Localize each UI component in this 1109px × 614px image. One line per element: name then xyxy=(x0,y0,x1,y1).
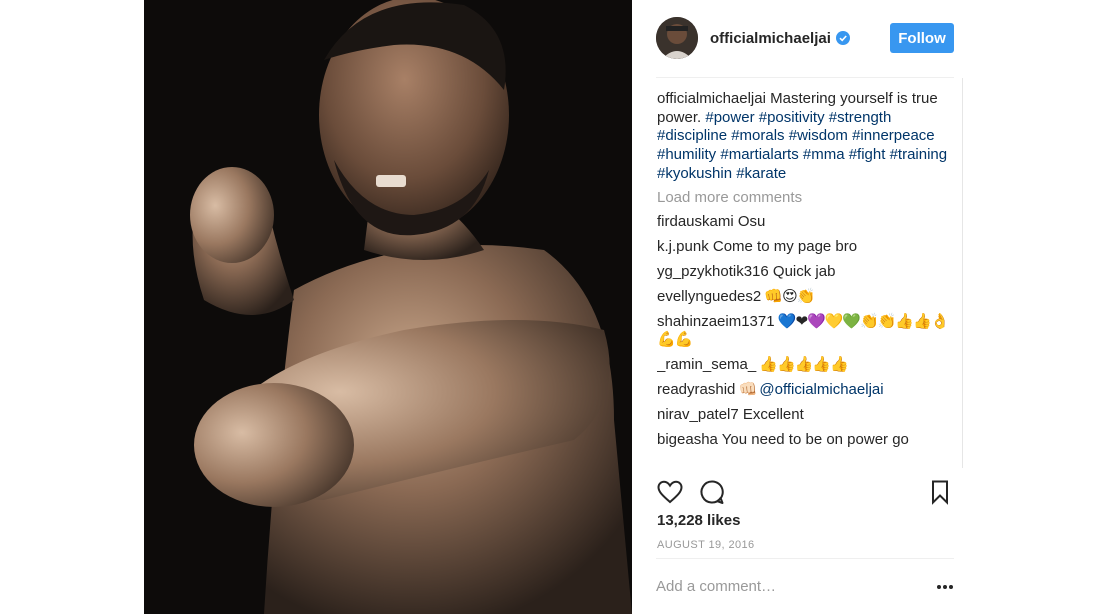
comment-item: readyrashid 👊🏻 @officialmichaeljai xyxy=(657,381,953,400)
comment-username[interactable]: bigeasha xyxy=(657,431,718,448)
comment-username[interactable]: yg_pzykhotik316 xyxy=(657,263,769,280)
comment-username[interactable]: firdauskami xyxy=(657,213,734,230)
avatar[interactable] xyxy=(656,17,698,59)
comment-item: nirav_patel7 Excellent xyxy=(657,406,953,425)
comment-bubble-icon[interactable] xyxy=(698,478,726,506)
comment-item: shahinzaeim1371 💙❤💜💛💚👏👏👍👍👌💪💪 xyxy=(657,313,953,350)
comment-item: k.j.punk Come to my page bro xyxy=(657,238,953,257)
comment-text: You need to be on power go xyxy=(717,431,909,449)
action-bar xyxy=(656,478,954,506)
comment-username[interactable]: shahinzaeim1371 xyxy=(657,313,775,330)
comment-divider xyxy=(656,558,954,559)
comment-item: yg_pzykhotik316 Quick jab xyxy=(657,263,953,282)
comment-username[interactable]: evellynguedes2 xyxy=(657,288,761,305)
bookmark-icon[interactable] xyxy=(926,478,954,506)
likes-count[interactable]: 13,228 likes xyxy=(657,512,740,529)
header-divider xyxy=(656,77,954,78)
comment-username[interactable]: nirav_patel7 xyxy=(657,406,739,423)
post-date: AUGUST 19, 2016 xyxy=(657,539,755,551)
comment-username[interactable]: _ramin_sema_ xyxy=(657,356,756,373)
comment-text: Excellent xyxy=(738,406,804,424)
post-details-panel: officialmichaeljai Follow officialmichae… xyxy=(632,0,972,614)
comment-mention[interactable]: @officialmichaeljai xyxy=(759,381,883,398)
post-header: officialmichaeljai Follow xyxy=(656,15,954,61)
comment-text: 👊😍👏 xyxy=(761,287,815,305)
load-more-comments-link[interactable]: Load more comments xyxy=(657,189,953,208)
comments-scrollbar[interactable] xyxy=(962,78,963,468)
comment-text: Quick jab xyxy=(768,263,836,280)
comments-list[interactable]: officialmichaeljai Mastering yourself is… xyxy=(657,90,953,468)
header-username[interactable]: officialmichaeljai xyxy=(710,30,831,47)
comment-item: bigeasha You need to be on power go xyxy=(657,431,953,450)
comment-item: _ramin_sema_ 👍👍👍👍👍 xyxy=(657,356,953,375)
heart-icon[interactable] xyxy=(656,478,684,506)
comment-text: Come to my page bro xyxy=(708,238,858,256)
comment-item: evellynguedes2 👊😍👏 xyxy=(657,288,953,307)
caption-username[interactable]: officialmichaeljai xyxy=(657,90,766,107)
comment-username[interactable]: readyrashid xyxy=(657,381,735,398)
post-caption: officialmichaeljai Mastering yourself is… xyxy=(657,90,953,184)
comment-text: 👍👍👍👍👍 xyxy=(756,356,848,374)
post-photo[interactable] xyxy=(144,0,632,614)
comment-item: firdauskami Osu xyxy=(657,213,953,232)
add-comment-input[interactable] xyxy=(656,574,916,598)
comment-text: Osu xyxy=(733,213,766,231)
comment-text: 👊🏻 xyxy=(735,381,760,399)
more-options-icon[interactable] xyxy=(935,578,955,594)
verified-badge-icon xyxy=(835,31,850,45)
comment-username[interactable]: k.j.punk xyxy=(657,238,709,255)
follow-button[interactable]: Follow xyxy=(890,23,954,53)
